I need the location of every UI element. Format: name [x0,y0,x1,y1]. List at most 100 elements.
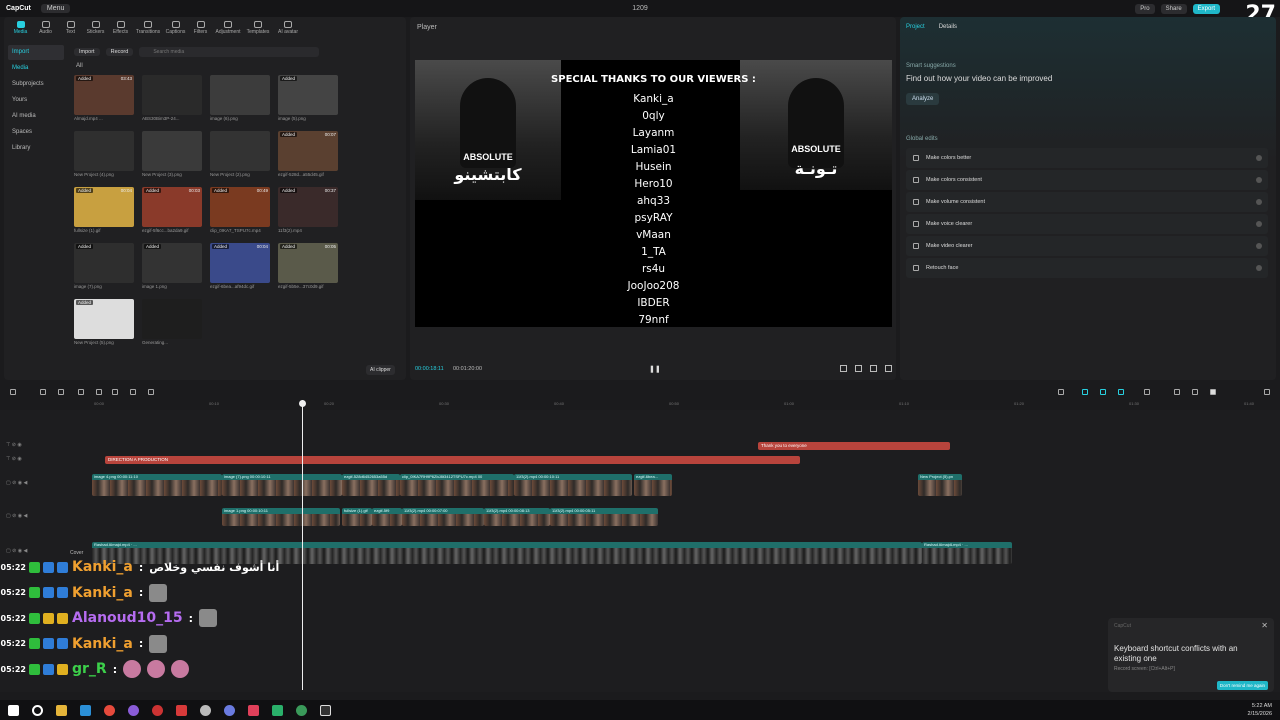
video-clip[interactable]: 11f3(2).mp4 00:00:10:11 [514,474,632,496]
pro-button[interactable]: Pro [1135,3,1155,14]
app-icon[interactable] [104,704,115,716]
menu-button[interactable]: Menu [40,4,71,13]
side-nav-item[interactable]: Media [8,61,64,76]
media-thumbnail[interactable]: Added New Project (5).png [74,299,134,347]
preview-axis-icon[interactable] [1118,389,1124,395]
split-icon[interactable] [78,389,84,395]
comment-icon[interactable] [1174,389,1180,395]
export-button[interactable]: Export [1192,3,1220,14]
delete-icon[interactable] [130,389,136,395]
tab-media[interactable]: Media [8,19,33,35]
video-clip[interactable]: image 4.png 00:00:11:10 [92,474,222,496]
tab-audio[interactable]: Audio [33,19,58,35]
media-thumbnail[interactable]: Added image (7).png [74,243,134,291]
playhead[interactable] [302,400,303,690]
marker-icon[interactable] [148,389,154,395]
media-thumbnail[interactable]: New Project (3).png [142,131,202,179]
share-button[interactable]: Share [1160,3,1187,14]
tab-project[interactable]: Project [906,24,925,30]
tab-details[interactable]: Details [939,24,957,30]
media-thumbnail[interactable]: Added 00:49 clip_0IKA7_TSPU7c.mp4 [210,187,270,235]
import-button[interactable]: Import [74,47,100,56]
media-search-input[interactable]: Search media [139,46,320,57]
video-clip[interactable]: image (7).png 00:00:10:11 [222,474,342,496]
project-title[interactable]: 1209 [632,5,648,12]
app-icon[interactable] [272,704,283,716]
media-thumbnail[interactable]: Added 00:37 11f3(2).mp4 [278,187,338,235]
tab-text[interactable]: Text [58,19,83,35]
split-right-icon[interactable] [112,389,118,395]
app-icon[interactable] [80,704,91,716]
track-controls[interactable]: ▢ ⊘ ◉ ◀ [6,513,27,519]
global-edit-item[interactable]: Make colors consistent [906,170,1268,190]
media-thumbnail[interactable]: New Project (4).png [74,131,134,179]
pause-icon[interactable]: ❚❚ [649,365,661,373]
global-edit-item[interactable]: Make video clearer [906,236,1268,256]
redo-icon[interactable] [58,389,64,395]
snap-icon[interactable] [1144,389,1150,395]
side-nav-item[interactable]: AI media [8,109,64,124]
media-thumbnail[interactable]: Added 00:04 ezgif-6bea...af94dc.gif [210,243,270,291]
media-thumbnail[interactable]: Added image (5).png [278,75,338,123]
timeline-ruler[interactable]: 00:00 00:10 00:20 00:30 00:40 00:50 01:00 01:10… [66,400,1280,410]
track-controls[interactable]: ⊤ ⊘ ◉ [6,456,22,462]
tab-adjustment[interactable]: Adjustment [213,19,243,35]
side-nav-item[interactable]: Import [8,45,64,60]
player-preview[interactable]: ABSOLUTE كابتشينو ABSOLUTE تـونـة SPECIA… [415,60,892,327]
text-clip[interactable]: Thank you to everyone [758,442,950,450]
video-clip[interactable]: ezgif-6bea... [634,474,672,496]
mic-icon[interactable] [1058,389,1064,395]
split-left-icon[interactable] [96,389,102,395]
app-icon[interactable] [224,704,235,716]
track-controls[interactable]: ▢ ⊘ ◉ ◀ [6,548,27,554]
close-icon[interactable]: ✕ [1261,621,1268,630]
tab-stickers[interactable]: Stickers [83,19,108,35]
playhead-handle[interactable] [299,400,306,407]
video-clip[interactable]: 11f3(2).mp4 00:00:07:00 [402,508,484,526]
global-edit-item[interactable]: Make volume consistent [906,192,1268,212]
analyze-button[interactable]: Analyze [906,93,940,105]
system-tray-clock[interactable]: 5:22 AM 2/15/2026 [1248,702,1272,718]
capcut-icon[interactable] [320,704,331,716]
link-icon[interactable] [1082,389,1088,395]
video-clip[interactable]: ezgif-5f9 [372,508,402,526]
record-button[interactable]: Record [105,47,134,56]
zoom-out-icon[interactable] [1192,389,1198,395]
zoom-slider[interactable] [1210,389,1216,395]
quality-icon[interactable] [870,365,877,372]
fullscreen-icon[interactable] [885,365,892,372]
track-controls[interactable]: ▢ ⊘ ◉ ◀ [6,480,27,486]
tab-captions[interactable]: Captions [163,19,188,35]
video-clip[interactable]: 11f3(2).mp4 00:00:05:11 [550,508,658,526]
tab-transitions[interactable]: Transitions [133,19,163,35]
media-thumbnail[interactable]: Added 03:43 Almajd.mp4 ... [74,75,134,123]
ai-clipper-button[interactable]: AI clipper [366,365,395,375]
toggle-switch[interactable] [1256,199,1262,205]
media-thumbnail[interactable]: Added image 1.png [142,243,202,291]
toggle-switch[interactable] [1256,177,1262,183]
zoom-fit-icon[interactable] [1264,389,1270,395]
media-thumbnail[interactable]: image (6).png [210,75,270,123]
media-thumbnail[interactable]: New Project (2).png [210,131,270,179]
ratio-icon[interactable] [840,365,847,372]
search-icon[interactable] [32,704,43,716]
media-thumbnail[interactable]: Generating... [142,299,202,347]
app-icon[interactable] [248,704,259,716]
zoom-icon[interactable] [855,365,862,372]
app-icon[interactable] [176,704,187,716]
select-tool-icon[interactable] [10,389,16,395]
video-clip[interactable]: clip_0IKA7RH9P6ZbJ8t3412TSPU7c.mp4 00 [400,474,514,496]
global-edit-item[interactable]: Make colors better [906,148,1268,168]
side-nav-item[interactable]: Subprojects [8,77,64,92]
app-icon[interactable] [152,704,163,716]
global-edit-item[interactable]: Retouch face [906,258,1268,278]
tab-effects[interactable]: Effects [108,19,133,35]
toggle-switch[interactable] [1256,155,1262,161]
filter-all-label[interactable]: All [76,63,83,69]
video-clip[interactable]: New Project (5).pn [918,474,962,496]
start-icon[interactable] [8,704,19,716]
side-nav-item[interactable]: Spaces [8,125,64,140]
dont-remind-button[interactable]: Don't remind me again [1216,681,1268,690]
video-clip[interactable]: 11f3(2).mp4 00:00:08:13 [484,508,550,526]
file-explorer-icon[interactable] [56,704,67,716]
